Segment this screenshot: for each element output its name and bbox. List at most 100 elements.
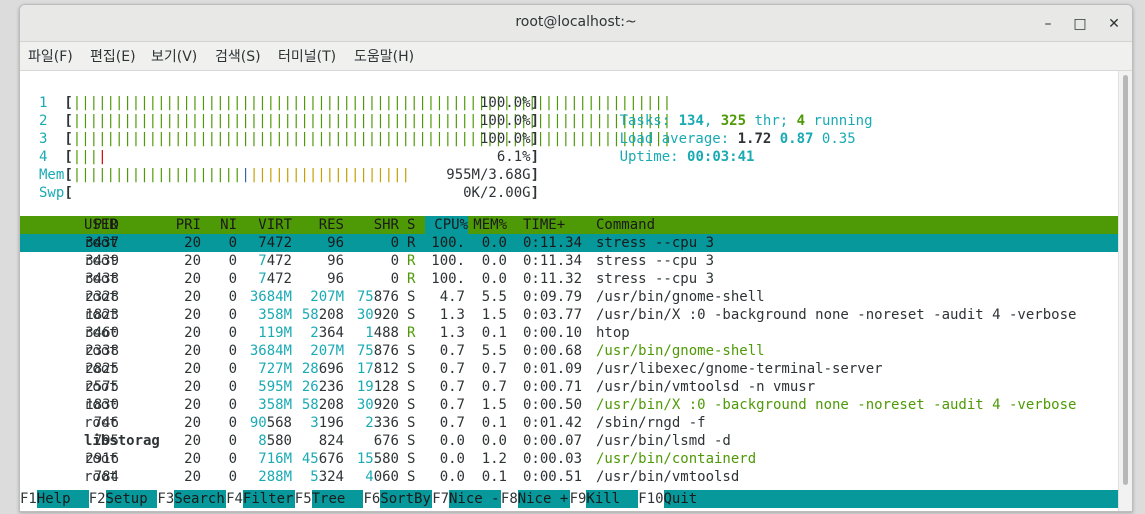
table-row[interactable]: 2825 root 20 0 727M 28696 17812 S 0.7 0.7 0:01.09/… (20, 360, 1118, 378)
column-header-time[interactable]: TIME+ (523, 216, 593, 234)
cell-virt: 358M (258, 307, 292, 323)
terminal-area[interactable]: 1[||||||||||||||||||||||||||||||||||||||… (20, 71, 1118, 511)
cell-cpu: 1.3 (439, 307, 465, 323)
scrollbar[interactable] (1118, 71, 1132, 511)
fkey-f3-search-button[interactable]: Search (174, 490, 227, 508)
minimize-icon[interactable]: – (1037, 13, 1059, 35)
table-row[interactable]: 795 libstorag 20 0 8580 824 676 S 0.0 0.0 0:00.07/… (20, 432, 1118, 450)
table-row[interactable]: 746 root 20 0 90568 3196 2336 S 0.7 0.1 0:01.42/sb… (20, 414, 1118, 432)
table-row[interactable]: 1823 root 20 0 358M 58208 30920 S 1.3 1.5 0:03.77/… (20, 306, 1118, 324)
cell-time: 0:11.34 (523, 235, 583, 251)
cpu-meter-1-close-bracket: ] (530, 95, 539, 111)
cpu-meter-3-open-bracket: [ (64, 131, 73, 147)
cell-virt: 7472 (258, 235, 292, 251)
fkey-f8-nice-button[interactable]: Nice + (517, 490, 570, 508)
cell-s: S (407, 343, 416, 359)
cell-cmd: stress --cpu 3 (596, 271, 715, 287)
cell-cpu: 4.7 (439, 289, 465, 305)
cell-shr: 2336 (365, 415, 399, 431)
fkey-f10-quit-button[interactable]: Quit (663, 490, 1118, 508)
maximize-icon[interactable]: □ (1069, 13, 1091, 35)
fkey-f4: F4 (226, 491, 243, 507)
cell-pri: 20 (184, 325, 201, 341)
fkey-f9-kill-button[interactable]: Kill (586, 490, 639, 508)
cell-ni: 0 (228, 397, 237, 413)
cell-res: 96 (327, 271, 344, 287)
fkey-f2-setup-button[interactable]: Setup (105, 490, 158, 508)
cell-virt: 727M (258, 361, 292, 377)
column-header-virt[interactable]: VIRT (242, 216, 292, 234)
table-row[interactable]: 1830 root 20 0 358M 58208 30920 S 0.7 1.5 0:00.50/… (20, 396, 1118, 414)
column-header-s[interactable]: S (407, 216, 419, 234)
cpu-meter-4-value: 6.1% (496, 149, 531, 165)
close-icon[interactable]: ✕ (1103, 13, 1125, 35)
table-row[interactable]: 3460 root 20 0 119M 2364 1488 R 1.3 0.1 0:00.10 hto… (20, 324, 1118, 342)
cell-cmd: htop (596, 325, 630, 341)
cpu-meter-1-label: 1 (39, 95, 48, 111)
fkey-f4-filter-button[interactable]: Filter (242, 490, 295, 508)
menu-help[interactable]: 도움말(H) (354, 46, 414, 66)
cell-cmd: stress --cpu 3 (596, 235, 715, 251)
menu-terminal[interactable]: 터미널(T) (278, 46, 336, 66)
column-header-user[interactable]: USER (84, 216, 174, 234)
cell-ni: 0 (228, 451, 237, 467)
swap-meter-close-bracket: ] (530, 185, 539, 201)
cell-pri: 20 (184, 469, 201, 485)
fkey-f7: F7 (432, 491, 450, 507)
column-header-shr[interactable]: SHR (347, 216, 399, 234)
cell-user: root (84, 343, 118, 359)
fkey-f3: F3 (157, 491, 175, 507)
fkey-f7-nice-button[interactable]: Nice - (449, 490, 501, 508)
cell-mem: 5.5 (481, 343, 507, 359)
cell-shr: 0 (390, 271, 399, 287)
fkey-f1-help-button[interactable]: Help (36, 490, 89, 508)
cell-s: S (407, 361, 416, 377)
cell-time: 0:00.71 (523, 379, 583, 395)
menu-view[interactable]: 보기(V) (151, 46, 197, 66)
cell-virt: 3684M (249, 289, 292, 305)
cell-res: 58208 (301, 307, 344, 323)
table-row[interactable]: 784 root 20 0 288M 5324 4060 S 0.0 0.1 0:00.51/usr… (20, 468, 1118, 486)
swap-meter-value: 0K/2.00G (463, 185, 531, 201)
menu-bar: 파일(F) 편집(E) 보기(V) 검색(S) 터미널(T) 도움말(H) (20, 42, 1132, 71)
cpu-meter-4-bar: |||| (72, 149, 107, 165)
column-header-res[interactable]: RES (294, 216, 344, 234)
column-header-pri[interactable]: PRI (170, 216, 201, 234)
cell-cpu: 100. (431, 253, 465, 269)
cell-pri: 20 (184, 271, 201, 287)
fkey-f6-sortby-button[interactable]: SortBy (380, 490, 433, 508)
cell-mem: 0.0 (481, 253, 507, 269)
cell-time: 0:00.51 (523, 469, 583, 485)
title-bar[interactable]: root@localhost:~ – □ ✕ (20, 5, 1132, 42)
table-row[interactable]: 2338 root 20 0 3684M 207M 75876 S 0.7 5.5 0:00.68/… (20, 342, 1118, 360)
cell-pri: 20 (184, 235, 201, 251)
table-row[interactable]: 2916 root 20 0 716M 45676 15580 S 0.0 1.2 0:00.03/… (20, 450, 1118, 468)
column-header-cpu[interactable]: CPU% (425, 216, 468, 234)
cell-res: 207M (310, 289, 344, 305)
cell-s: S (407, 415, 416, 431)
table-row[interactable]: 3439 root 20 0 7472 96 0 R 100. 0.0 0:11.34 stress … (20, 252, 1118, 270)
uptime-label: Uptime: (619, 149, 679, 165)
fkey-f5-tree-button[interactable]: Tree (311, 490, 364, 508)
menu-edit[interactable]: 편집(E) (90, 46, 136, 66)
table-row[interactable]: 3437 root 20 0 7472 96 0 R 100. 0.0 0:11.34 stress … (20, 234, 1118, 252)
cell-cmd: /usr/bin/gnome-shell (596, 343, 765, 359)
cell-shr: 19128 (356, 379, 399, 395)
column-header-ni[interactable]: NI (206, 216, 237, 234)
menu-search[interactable]: 검색(S) (215, 46, 261, 66)
cell-s: S (407, 307, 416, 323)
table-row[interactable]: 3438 root 20 0 7472 96 0 R 100. 0.0 0:11.32 stress … (20, 270, 1118, 288)
fkey-f9: F9 (569, 491, 587, 507)
cpu-meter-4: 4 [|||| 6.1%] (39, 148, 539, 166)
cpu-meter-1: 1[||||||||||||||||||||||||||||||||||||||… (39, 94, 671, 112)
cell-time: 0:00.68 (523, 343, 583, 359)
table-row[interactable]: 2575 root 20 0 595M 26236 19128 S 0.7 0.7 0:00.71/… (20, 378, 1118, 396)
menu-file[interactable]: 파일(F) (28, 46, 73, 66)
cell-res: 96 (327, 253, 344, 269)
column-header-mem[interactable]: MEM% (470, 216, 507, 234)
table-row[interactable]: 2328 root 20 0 3684M 207M 75876 S 4.7 5.5 0:09.79/… (20, 288, 1118, 306)
cell-pri: 20 (184, 379, 201, 395)
scrollbar-thumb[interactable] (1123, 75, 1128, 485)
column-header-command[interactable]: Command (596, 216, 1116, 234)
cell-time: 0:00.50 (523, 397, 583, 413)
